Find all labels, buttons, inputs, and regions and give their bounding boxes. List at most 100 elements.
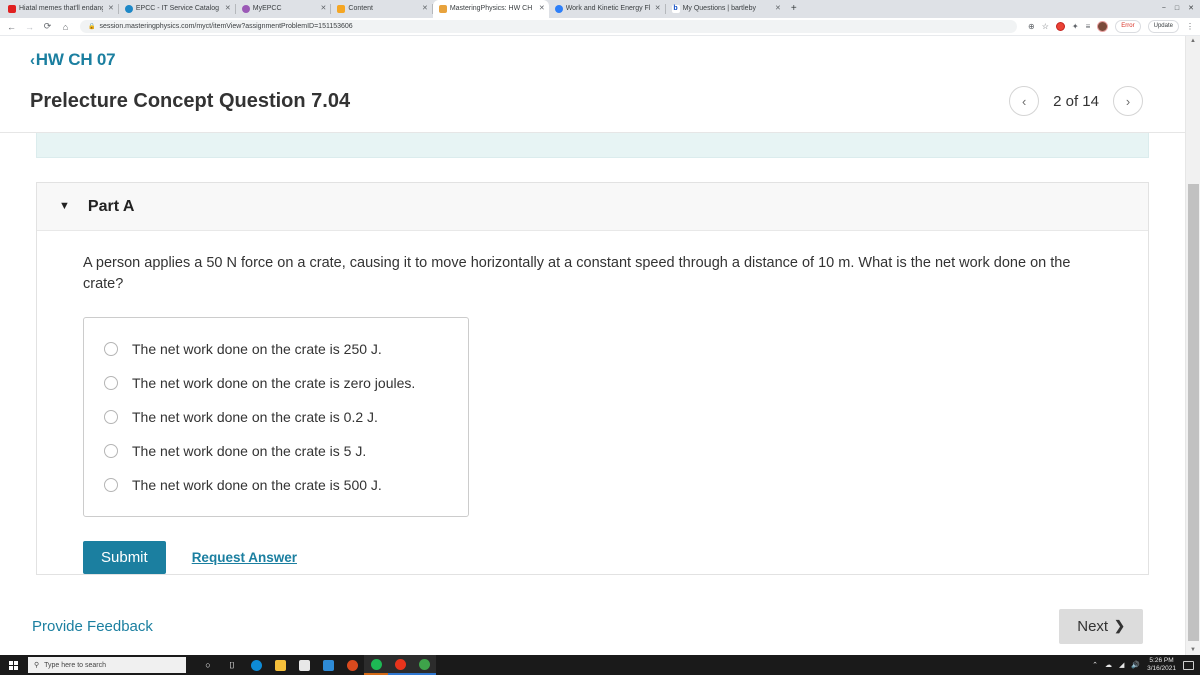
part-a-header[interactable]: ▼ Part A: [37, 183, 1148, 231]
content-favicon: [337, 5, 346, 13]
clock[interactable]: 5:26 PM 3/16/2021: [1147, 657, 1176, 673]
choice-option-1[interactable]: The net work done on the crate is zero j…: [84, 366, 468, 400]
quizlet-favicon: [554, 5, 563, 13]
tab-title: MasteringPhysics: HW CH 07: [449, 5, 534, 12]
chrome-icon[interactable]: [412, 655, 436, 675]
extension-icon[interactable]: [1055, 22, 1065, 31]
page-title: Prelecture Concept Question 7.04: [30, 89, 351, 112]
taskbar-search-input[interactable]: ⚲ Type here to search: [28, 657, 186, 673]
taskbar-apps: ○ ⌷: [196, 655, 436, 675]
new-tab-button[interactable]: +: [785, 0, 803, 18]
task-view-icon[interactable]: ⌷: [220, 655, 244, 675]
next-question-button[interactable]: ›: [1113, 86, 1143, 116]
browser-tab-strip: Hiatal memes that'll endanger ✕ EPCC - I…: [0, 0, 1200, 18]
volume-icon[interactable]: 🔊: [1131, 661, 1140, 669]
scrollbar-thumb[interactable]: [1187, 184, 1199, 641]
bookmark-star-icon[interactable]: ☆: [1042, 22, 1049, 31]
choice-label: The net work done on the crate is 5 J.: [132, 443, 367, 459]
puzzle-icon[interactable]: ✦: [1072, 22, 1079, 31]
toolbar-icons: ⊕ ☆ ✦ ≡ Error Update ⋮: [1028, 20, 1194, 33]
prev-question-button[interactable]: ‹: [1009, 86, 1040, 116]
browser-tab-5[interactable]: Work and Kinetic Energy Flashca ✕: [548, 0, 665, 18]
maximize-icon[interactable]: □: [1175, 5, 1179, 12]
tab-title: Work and Kinetic Energy Flashca: [565, 5, 650, 12]
notifications-icon[interactable]: [1183, 660, 1194, 670]
close-icon[interactable]: ✕: [653, 0, 661, 18]
close-icon[interactable]: ✕: [420, 0, 428, 18]
next-button-label: Next: [1077, 617, 1109, 635]
tab-title: Hiatal memes that'll endanger: [19, 5, 103, 12]
reload-icon[interactable]: ⟳: [42, 21, 53, 32]
tab-title: EPCC - IT Service Catalog - Blac: [135, 5, 220, 12]
choice-option-2[interactable]: The net work done on the crate is 0.2 J.: [84, 400, 468, 434]
browser-tab-0[interactable]: Hiatal memes that'll endanger ✕: [2, 0, 118, 18]
zoom-icon[interactable]: ⊕: [1028, 22, 1035, 31]
radio-button[interactable]: [104, 376, 118, 390]
firefox-icon[interactable]: [340, 655, 364, 675]
page-footer: Provide Feedback Next ❯: [0, 597, 1185, 655]
browser-tab-3[interactable]: Content ✕: [331, 0, 432, 18]
back-icon[interactable]: ←: [6, 22, 17, 32]
reading-list-icon[interactable]: ≡: [1086, 22, 1091, 31]
network-icon[interactable]: ◢: [1119, 661, 1124, 669]
menu-icon[interactable]: ⋮: [1186, 22, 1194, 31]
update-button[interactable]: Update: [1147, 20, 1179, 33]
edge-icon[interactable]: [244, 655, 268, 675]
choice-option-0[interactable]: The net work done on the crate is 250 J.: [84, 332, 468, 366]
browser-tab-4[interactable]: MasteringPhysics: HW CH 07 ✕: [432, 0, 549, 18]
lock-icon: 🔒: [88, 24, 96, 30]
cortana-icon[interactable]: ○: [196, 655, 220, 675]
submit-button[interactable]: Submit: [83, 541, 166, 574]
onedrive-icon[interactable]: ☁: [1105, 661, 1112, 669]
part-a-card: ▼ Part A A person applies a 50 N force o…: [36, 182, 1149, 575]
close-window-icon[interactable]: ✕: [1188, 4, 1194, 12]
tab-title: My Questions | bartleby: [682, 5, 756, 12]
avatar[interactable]: [1097, 21, 1109, 32]
forward-icon[interactable]: →: [24, 22, 35, 32]
chevron-left-icon: ‹: [30, 51, 35, 69]
pearson-favicon: [438, 5, 447, 13]
myepcc-favicon: [241, 5, 250, 13]
radio-button[interactable]: [104, 410, 118, 424]
provide-feedback-link[interactable]: Provide Feedback: [32, 618, 153, 635]
microsoft-store-icon[interactable]: [292, 655, 316, 675]
radio-button[interactable]: [104, 444, 118, 458]
close-icon[interactable]: ✕: [537, 0, 545, 18]
home-icon[interactable]: ⌂: [60, 22, 71, 32]
part-a-body: A person applies a 50 N force on a crate…: [37, 231, 1148, 574]
scrollbar-track[interactable]: [1186, 44, 1200, 647]
opera-icon[interactable]: [388, 655, 412, 675]
browser-tab-1[interactable]: EPCC - IT Service Catalog - Blac ✕: [118, 0, 235, 18]
page-scrollbar[interactable]: ▲ ▼: [1185, 36, 1200, 655]
scroll-down-icon[interactable]: ▼: [1190, 647, 1196, 653]
close-icon[interactable]: ✕: [319, 0, 327, 18]
minimize-icon[interactable]: −: [1162, 5, 1166, 12]
close-icon[interactable]: ✕: [106, 0, 114, 18]
request-answer-link[interactable]: Request Answer: [192, 550, 297, 565]
mail-icon[interactable]: [316, 655, 340, 675]
next-button[interactable]: Next ❯: [1059, 608, 1143, 644]
radio-button[interactable]: [104, 478, 118, 492]
browser-tab-2[interactable]: MyEPCC ✕: [235, 0, 331, 18]
file-explorer-icon[interactable]: [268, 655, 292, 675]
address-bar[interactable]: 🔒 session.masteringphysics.com/myct/item…: [80, 20, 1018, 33]
choice-option-3[interactable]: The net work done on the crate is 5 J.: [84, 434, 468, 468]
close-icon[interactable]: ✕: [223, 0, 231, 18]
radio-button[interactable]: [104, 342, 118, 356]
tab-title: Content: [348, 5, 373, 12]
choice-option-4[interactable]: The net work done on the crate is 500 J.: [84, 468, 468, 502]
main-content: ▼ Part A A person applies a 50 N force o…: [0, 133, 1185, 597]
start-button[interactable]: [0, 655, 26, 675]
close-icon[interactable]: ✕: [773, 0, 781, 18]
browser-tab-6[interactable]: b My Questions | bartleby ✕: [665, 0, 785, 18]
tray-expand-icon[interactable]: ⌃: [1092, 661, 1098, 669]
clock-time: 5:26 PM: [1149, 657, 1174, 664]
page-header: ‹ HW CH 07: [0, 36, 1185, 70]
question-text: A person applies a 50 N force on a crate…: [83, 255, 1071, 292]
choice-label: The net work done on the crate is 0.2 J.: [132, 409, 378, 425]
windows-taskbar: ⚲ Type here to search ○ ⌷ ⌃ ☁ ◢ 🔊 5:26 P…: [0, 655, 1200, 675]
spotify-icon[interactable]: [364, 655, 388, 675]
breadcrumb[interactable]: ‹ HW CH 07: [30, 50, 116, 70]
chevron-down-icon[interactable]: ▼: [59, 201, 70, 212]
status-badge[interactable]: Error: [1115, 20, 1141, 33]
